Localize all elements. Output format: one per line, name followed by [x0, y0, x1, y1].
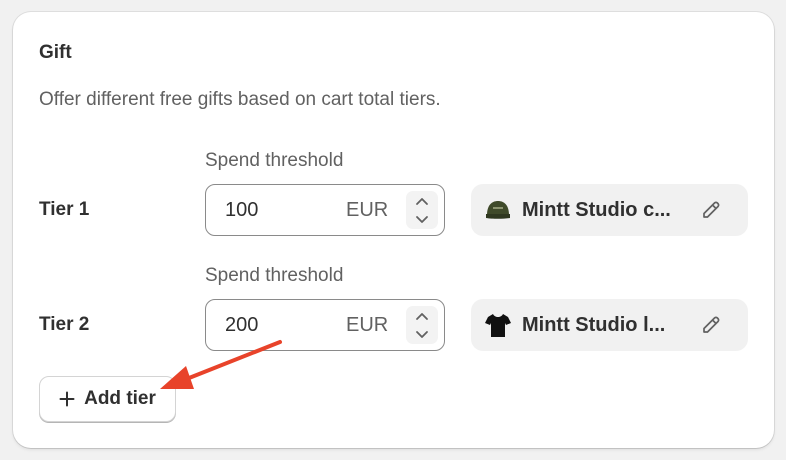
tier-2-gift-product[interactable]: Mintt Studio l...: [471, 299, 748, 351]
tier-2-threshold-value: 200: [225, 314, 259, 336]
gift-card: Gift Offer different free gifts based on…: [13, 12, 774, 448]
tshirt-icon: [484, 311, 512, 339]
currency-suffix: EUR: [346, 199, 389, 221]
tier-1-threshold-input[interactable]: 100 EUR: [205, 184, 445, 236]
cap-icon: [484, 196, 512, 224]
add-tier-label: Add tier: [84, 388, 156, 409]
tier-1-threshold-label: Spend threshold: [205, 150, 344, 171]
edit-pencil-icon[interactable]: [700, 314, 722, 336]
decrement-button[interactable]: [412, 212, 432, 226]
chevron-down-icon: [416, 330, 428, 338]
increment-button[interactable]: [412, 194, 432, 208]
tier-1-gift-product[interactable]: Mintt Studio c...: [471, 184, 748, 236]
number-stepper: [406, 191, 438, 229]
decrement-button[interactable]: [412, 327, 432, 341]
tier-2-label: Tier 2: [39, 314, 90, 335]
add-tier-button[interactable]: Add tier: [39, 376, 176, 422]
tier-2-threshold-input[interactable]: 200 EUR: [205, 299, 445, 351]
chevron-up-icon: [416, 197, 428, 205]
tier-1-threshold-value: 100: [225, 199, 259, 221]
tier-1-label: Tier 1: [39, 199, 90, 220]
chevron-up-icon: [416, 312, 428, 320]
plus-icon: [59, 391, 75, 407]
currency-suffix: EUR: [346, 314, 389, 336]
gift-product-name: Mintt Studio c...: [522, 199, 671, 221]
number-stepper: [406, 306, 438, 344]
gift-product-name: Mintt Studio l...: [522, 314, 666, 336]
card-title: Gift: [39, 42, 72, 63]
card-description: Offer different free gifts based on cart…: [39, 89, 441, 110]
tier-2-threshold-label: Spend threshold: [205, 265, 344, 286]
increment-button[interactable]: [412, 309, 432, 323]
edit-pencil-icon[interactable]: [700, 199, 722, 221]
chevron-down-icon: [416, 215, 428, 223]
